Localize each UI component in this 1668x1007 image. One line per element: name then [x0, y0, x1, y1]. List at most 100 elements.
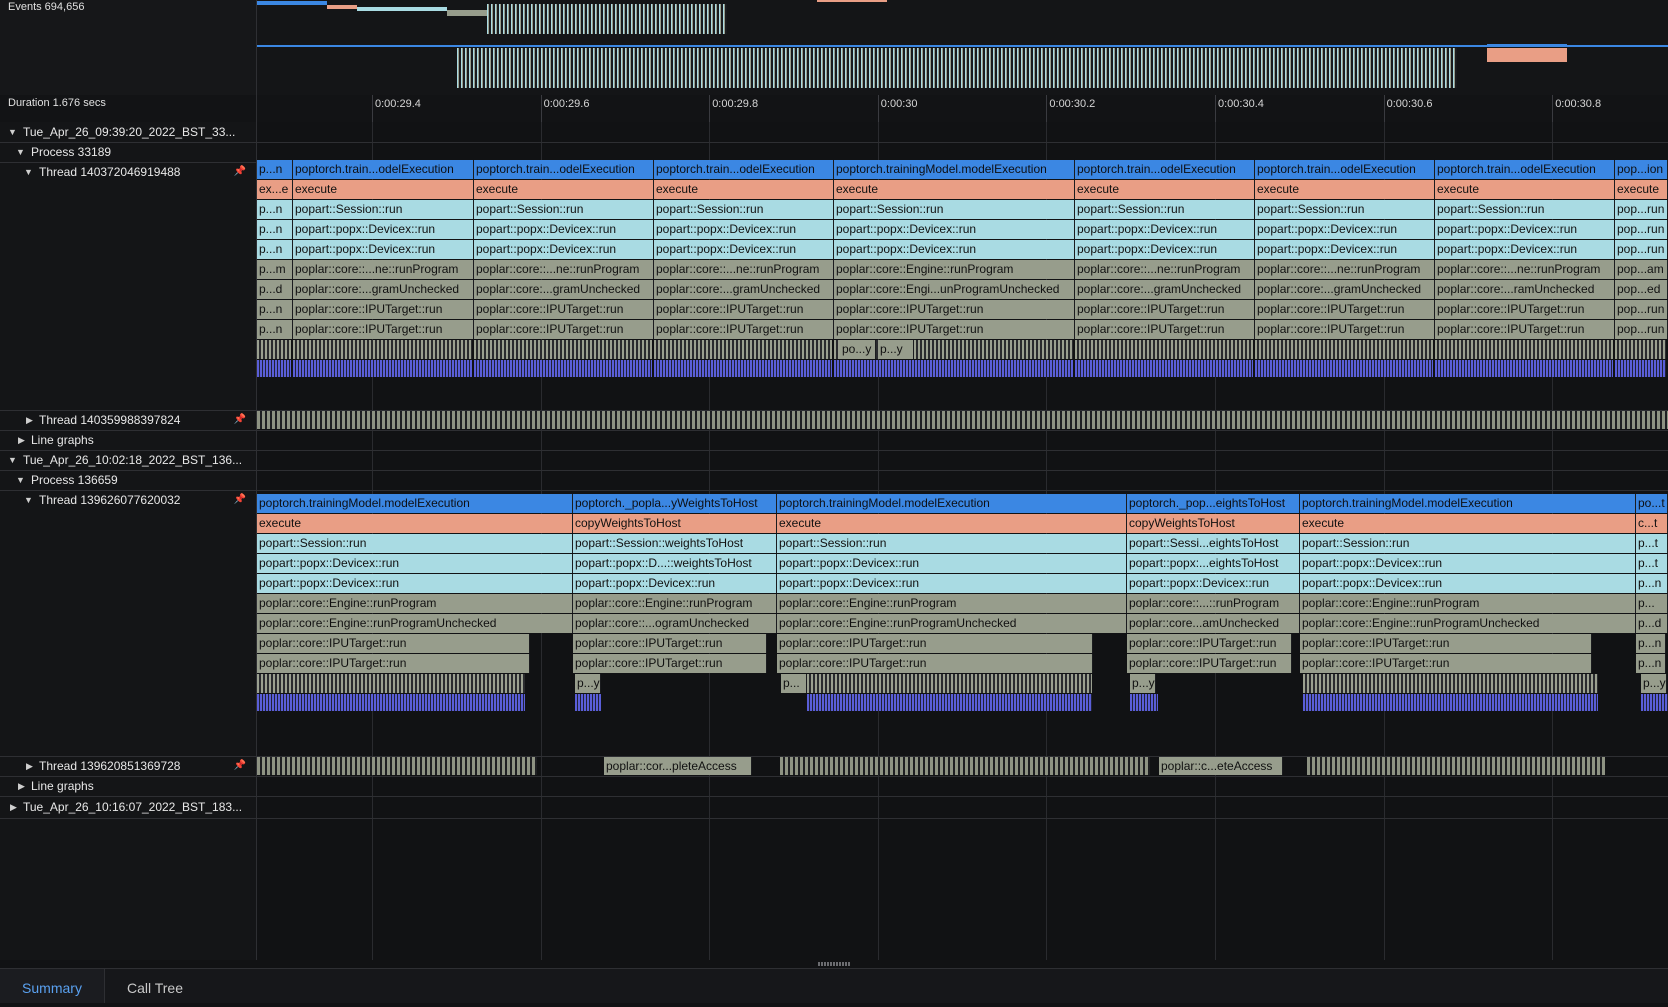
- collapse-arrow-icon[interactable]: ▶: [26, 756, 33, 776]
- slice-execute[interactable]: copyWeightsToHost: [573, 514, 777, 533]
- slice[interactable]: pop...run: [1615, 240, 1668, 259]
- expand-arrow-icon[interactable]: ▼: [24, 490, 33, 510]
- resize-handle[interactable]: [818, 962, 850, 966]
- slice[interactable]: poplar::core::IPUTarget::run: [777, 654, 1093, 673]
- slice[interactable]: p...d: [1636, 614, 1668, 633]
- slice[interactable]: popart::popx::Devicex::run: [654, 240, 834, 259]
- slice[interactable]: popart::Sessi...eightsToHost: [1127, 534, 1300, 553]
- slice-model-execution[interactable]: poptorch._popla...yWeightsToHost: [573, 494, 777, 513]
- slice[interactable]: popart::popx::Devicex::run: [573, 574, 777, 593]
- slice[interactable]: p...m: [257, 260, 293, 279]
- event-stripe[interactable]: [1255, 360, 1433, 377]
- slice-execute[interactable]: execute: [1435, 180, 1615, 199]
- slice-execute[interactable]: execute: [1075, 180, 1255, 199]
- slice[interactable]: poplar::core::IPUTarget::run: [834, 300, 1075, 319]
- line-graphs-row-2[interactable]: ▶ Line graphs: [0, 776, 256, 796]
- event-stripe[interactable]: [1615, 340, 1666, 359]
- event-stripe[interactable]: [257, 360, 291, 377]
- slice[interactable]: popart::popx::Devicex::run: [777, 554, 1127, 573]
- slice-complete-access[interactable]: poplar::c...eteAccess: [1159, 757, 1283, 775]
- event-stripe[interactable]: [1075, 340, 1253, 359]
- slice[interactable]: pop...run: [1615, 300, 1668, 319]
- overview-panel[interactable]: Events 694,656: [0, 0, 1668, 96]
- slice[interactable]: poplar::core::IPUTarget::run: [1075, 300, 1255, 319]
- slice[interactable]: poplar::core::IPUTarget::run: [1435, 320, 1615, 339]
- slice[interactable]: popart::Session::run: [1435, 200, 1615, 219]
- session-row-1[interactable]: ▼ Tue_Apr_26_09:39:20_2022_BST_33...: [0, 122, 256, 142]
- slice[interactable]: poplar::core:...gramUnchecked: [1255, 280, 1435, 299]
- slice[interactable]: pop...am: [1615, 260, 1668, 279]
- slice[interactable]: poplar::core::Engine::runProgram: [257, 594, 573, 613]
- slice[interactable]: poplar::core::IPUTarget::run: [474, 320, 654, 339]
- slice[interactable]: p...d: [257, 280, 293, 299]
- slice[interactable]: poplar::core::IPUTarget::run: [1255, 300, 1435, 319]
- session-row-3[interactable]: ▶ Tue_Apr_26_10:16:07_2022_BST_183...: [0, 797, 256, 817]
- slice[interactable]: p...: [1636, 594, 1668, 613]
- event-stripe[interactable]: [1435, 340, 1613, 359]
- slice-model-execution[interactable]: poptorch.trainingModel.modelExecution: [777, 494, 1127, 513]
- event-stripe[interactable]: [1435, 360, 1613, 377]
- slice-small[interactable]: po...y: [840, 340, 876, 359]
- slice-model-execution[interactable]: poptorch.train...odelExecution: [293, 160, 474, 179]
- slice-small[interactable]: p...y: [1130, 674, 1156, 693]
- slice[interactable]: poplar::core::IPUTarget::run: [573, 634, 767, 653]
- slice[interactable]: popart::popx::Devicex::run: [474, 240, 654, 259]
- event-stripe[interactable]: [1075, 360, 1253, 377]
- slice[interactable]: popart::popx::Devicex::run: [1255, 240, 1435, 259]
- slice[interactable]: poplar::core::IPUTarget::run: [777, 634, 1093, 653]
- slice[interactable]: poplar::core:...gramUnchecked: [654, 280, 834, 299]
- slice[interactable]: poplar::core::IPUTarget::run: [1435, 300, 1615, 319]
- collapse-arrow-icon[interactable]: ▶: [18, 430, 25, 450]
- slice-execute[interactable]: execute: [474, 180, 654, 199]
- slice[interactable]: poplar::core::IPUTarget::run: [293, 320, 474, 339]
- slice[interactable]: popart::popx::Devicex::run: [777, 574, 1127, 593]
- slice[interactable]: poplar::core::Engine::runProgramUnchecke…: [1300, 614, 1636, 633]
- slice-model-execution[interactable]: poptorch.train...odelExecution: [654, 160, 834, 179]
- pin-icon[interactable]: 📌: [234, 410, 246, 430]
- pin-icon[interactable]: 📌: [234, 756, 246, 776]
- slice-execute[interactable]: execute: [654, 180, 834, 199]
- slice[interactable]: popart::popx::Devicex::run: [1075, 220, 1255, 239]
- slice-model-execution[interactable]: poptorch.trainingModel.modelExecution: [257, 494, 573, 513]
- collapse-arrow-icon[interactable]: ▶: [18, 776, 25, 796]
- slice[interactable]: popart::popx::Devicex::run: [1435, 240, 1615, 259]
- slice[interactable]: poplar::core::...ne::runProgram: [474, 260, 654, 279]
- slice[interactable]: popart::popx::Devicex::run: [1127, 574, 1300, 593]
- slice[interactable]: popart::popx::Devicex::run: [654, 220, 834, 239]
- slice[interactable]: poplar::core::IPUTarget::run: [257, 654, 530, 673]
- slice-small[interactable]: p...y: [878, 340, 914, 359]
- slice-execute[interactable]: execute: [777, 514, 1127, 533]
- slice[interactable]: popart::Session::run: [654, 200, 834, 219]
- slice[interactable]: poplar::core::IPUTarget::run: [1127, 634, 1292, 653]
- collapse-arrow-icon[interactable]: ▶: [26, 410, 33, 430]
- slice-execute[interactable]: execute: [1300, 514, 1636, 533]
- expand-arrow-icon[interactable]: ▼: [16, 142, 25, 162]
- event-stripe[interactable]: [807, 674, 1092, 693]
- slice[interactable]: popart::Session::run: [293, 200, 474, 219]
- event-stripe[interactable]: [1255, 340, 1433, 359]
- slice[interactable]: poplar::core::Engine::runProgram: [777, 594, 1127, 613]
- process-row-2[interactable]: ▼ Process 136659: [0, 470, 256, 490]
- event-stripe[interactable]: [257, 674, 525, 693]
- slice[interactable]: poplar::core::Engi...unProgramUnchecked: [834, 280, 1075, 299]
- slice-model-execution[interactable]: pop...ion: [1615, 160, 1668, 179]
- slice-execute[interactable]: ex...e: [257, 180, 293, 199]
- slice[interactable]: p...n: [257, 300, 293, 319]
- expand-arrow-icon[interactable]: ▼: [8, 450, 17, 470]
- event-stripe[interactable]: [474, 340, 652, 359]
- slice[interactable]: popart::Session::run: [474, 200, 654, 219]
- thread-activity-strip[interactable]: [257, 411, 1668, 429]
- slice[interactable]: poplar::core::IPUTarget::run: [293, 300, 474, 319]
- event-stripe[interactable]: [654, 360, 832, 377]
- slice[interactable]: p...n: [1636, 574, 1668, 593]
- slice[interactable]: poplar::core::Engine::runProgram: [834, 260, 1075, 279]
- event-stripe[interactable]: [257, 340, 291, 359]
- expand-arrow-icon[interactable]: ▼: [24, 162, 33, 182]
- slice-execute[interactable]: execute: [1255, 180, 1435, 199]
- slice[interactable]: poplar::core::Engine::runProgramUnchecke…: [777, 614, 1127, 633]
- slice[interactable]: poplar::core:...gramUnchecked: [474, 280, 654, 299]
- event-stripe[interactable]: [654, 340, 832, 359]
- slice[interactable]: popart::popx::D...::weightsToHost: [573, 554, 777, 573]
- slice-execute[interactable]: copyWeightsToHost: [1127, 514, 1300, 533]
- slice[interactable]: pop...run: [1615, 220, 1668, 239]
